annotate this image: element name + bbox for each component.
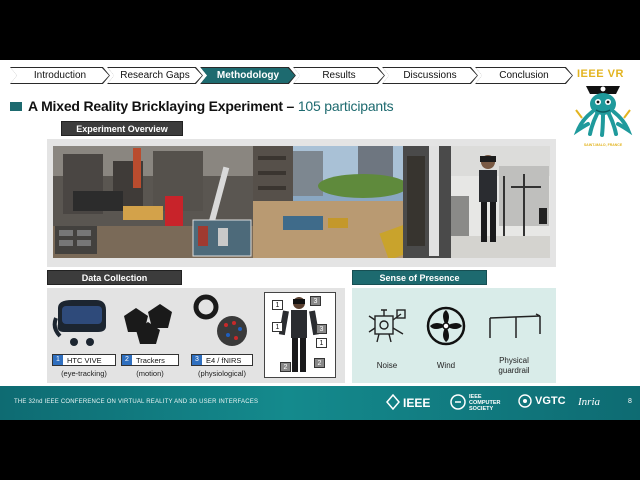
conference-footer: THE 32nd IEEE CONFERENCE ON VIRTUAL REAL… <box>0 386 640 420</box>
vgtc-icon <box>518 394 532 408</box>
device-label-trackers: 2 Trackers <box>121 354 179 366</box>
nav-item-research-gaps[interactable]: Research Gaps <box>107 67 203 84</box>
noise-machinery-icon <box>368 309 406 343</box>
label-experiment-overview: Experiment Overview <box>61 121 183 136</box>
vive-trackers-image <box>124 304 172 344</box>
ieee-vr-logo: IEEE VR <box>577 68 624 80</box>
nav-item-discussions[interactable]: Discussions <box>382 67 478 84</box>
lab-participant-photo <box>451 146 550 258</box>
body-marker: 3 <box>316 324 327 334</box>
body-marker: 1 <box>272 322 283 332</box>
body-marker: 1 <box>316 338 327 348</box>
device-label-e4-fnirs: 3 E4 / fNIRS <box>191 354 253 366</box>
physical-guardrail-icon <box>489 313 541 338</box>
title-main: A Mixed Reality Bricklaying Experiment – <box>28 98 295 114</box>
body-marker: 2 <box>280 362 291 372</box>
octopus-mascot-logo <box>573 86 633 137</box>
ieee-logo: IEEE <box>403 396 431 410</box>
nav-item-introduction[interactable]: Introduction <box>10 67 110 84</box>
slide-title: A Mixed Reality Bricklaying Experiment –… <box>10 98 394 114</box>
ieee-diamond-icon <box>386 394 400 410</box>
experiment-overview-panel <box>47 139 556 267</box>
nav-item-conclusion[interactable]: Conclusion <box>475 67 573 84</box>
vr-scene-photo-2 <box>253 146 451 258</box>
body-marker: 2 <box>314 358 325 368</box>
vr-scene-photo-1 <box>53 146 253 258</box>
device-sub-physiological: (physiological) <box>198 369 246 378</box>
nav-item-results[interactable]: Results <box>293 67 385 84</box>
body-marker: 1 <box>272 300 283 310</box>
device-label-htc-vive: 1 HTC VIVE <box>52 354 116 366</box>
e4-fnirs-image <box>193 294 247 346</box>
label-data-collection: Data Collection <box>47 270 182 285</box>
nav-item-methodology[interactable]: Methodology <box>200 67 296 84</box>
computer-society-icon <box>450 394 466 410</box>
page-number: 8 <box>628 398 632 405</box>
presence-label-physical-guardrail: Physical guardrail <box>498 356 530 375</box>
mascot-caption: SAINT-MALO, FRANCE <box>583 143 623 147</box>
label-sense-of-presence: Sense of Presence <box>352 270 487 285</box>
title-participants: 105 participants <box>297 98 394 114</box>
body-marker: 3 <box>310 296 321 306</box>
device-sub-eye-tracking: (eye-tracking) <box>61 369 107 378</box>
inria-logo: Inria <box>578 396 600 408</box>
wind-fan-icon <box>426 306 466 346</box>
device-sub-motion: (motion) <box>136 369 164 378</box>
presence-label-noise: Noise <box>376 361 398 370</box>
presence-label-wind: Wind <box>436 361 456 370</box>
footer-conference-name: THE 32nd IEEE CONFERENCE ON VIRTUAL REAL… <box>14 399 259 405</box>
htc-vive-headset-image <box>52 300 106 346</box>
section-nav: Introduction Research Gaps Methodology R… <box>10 67 573 84</box>
title-marker <box>10 101 22 111</box>
vgtc-logo: VGTC <box>535 395 566 407</box>
computer-society-logo: IEEE COMPUTER SOCIETY <box>469 394 501 412</box>
slide: Introduction Research Gaps Methodology R… <box>0 60 640 420</box>
